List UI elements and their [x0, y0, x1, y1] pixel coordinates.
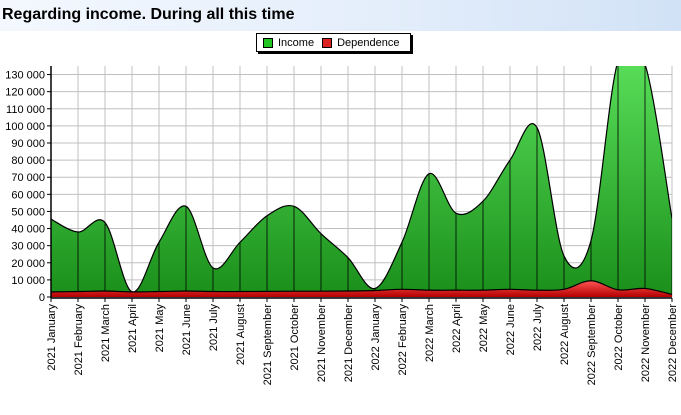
y-tick-label: 10 000 — [11, 275, 45, 287]
x-tick-label: 2021 May — [154, 304, 166, 353]
x-tick-label: 2021 January — [46, 304, 58, 371]
x-tick-label: 2021 July — [208, 304, 220, 352]
x-tick-label: 2021 December — [343, 304, 355, 383]
x-tick-label: 2021 September — [262, 304, 274, 386]
x-tick-label: 2022 June — [505, 304, 517, 355]
x-tick-label: 2021 March — [100, 304, 112, 362]
x-tick-label: 2022 October — [613, 304, 625, 371]
y-tick-label: 40 000 — [11, 224, 45, 236]
y-tick-label: 110 000 — [6, 104, 45, 116]
x-tick-label: 2021 June — [181, 304, 193, 355]
x-tick-label: 2021 November — [316, 304, 328, 383]
x-tick-label: 2022 September — [586, 304, 598, 386]
y-tick-label: 70 000 — [11, 172, 45, 184]
x-tick-label: 2022 November — [640, 304, 652, 383]
x-tick-label: 2021 August — [235, 304, 247, 365]
area-chart: 0 10 000 20 000 30 000 40 000 50 000 60 000 70 … — [5, 66, 679, 386]
x-tick-label: 2021 April — [127, 304, 139, 353]
x-tick-label: 2022 March — [424, 304, 436, 362]
y-tick-label: 130 000 — [5, 70, 45, 82]
income-series-area — [51, 66, 672, 297]
x-tick-label: 2022 May — [478, 304, 490, 353]
y-tick-label: 0 — [39, 292, 45, 304]
y-tick-label: 20 000 — [11, 258, 45, 270]
y-tick-label: 50 000 — [11, 206, 45, 218]
x-tick-label: 2022 August — [559, 304, 571, 365]
y-tick-label: 30 000 — [11, 241, 45, 253]
y-tick-label: 90 000 — [11, 138, 45, 150]
x-tick-label: 2022 July — [532, 304, 544, 352]
x-tick-label: 2021 October — [289, 304, 301, 371]
x-tick-label: 2022 February — [397, 304, 409, 376]
y-tick-label: 100 000 — [5, 121, 45, 133]
y-tick-label: 120 000 — [5, 87, 45, 99]
x-tick-label: 2021 February — [73, 304, 85, 376]
x-tick-label: 2022 December — [667, 304, 679, 383]
x-tick-label: 2022 April — [451, 304, 463, 353]
y-tick-label: 80 000 — [11, 155, 45, 167]
x-tick-label: 2022 January — [370, 304, 382, 371]
income-series-line — [51, 66, 672, 293]
y-tick-label: 60 000 — [11, 189, 45, 201]
